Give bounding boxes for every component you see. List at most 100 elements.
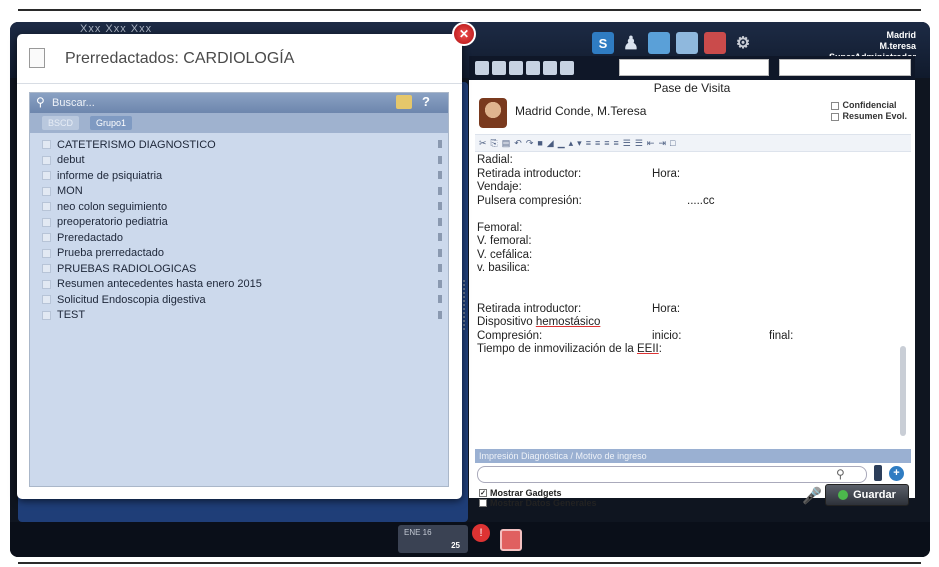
- pages-icon[interactable]: [509, 61, 523, 75]
- monitor-icon[interactable]: [648, 32, 670, 54]
- prerredactados-modal: Prerredactados: CARDIOLOGÍA ⚲ ? BSCD Gru…: [17, 34, 462, 499]
- delete-icon[interactable]: [438, 171, 442, 179]
- bold-icon[interactable]: ■: [537, 138, 542, 148]
- map-icon[interactable]: [704, 32, 726, 54]
- top-toolbar: S ♟ ⚙: [592, 32, 754, 54]
- delete-icon[interactable]: [438, 140, 442, 148]
- grid-icon[interactable]: [492, 61, 506, 75]
- copy-icon[interactable]: ⎘: [491, 138, 498, 149]
- search-icon[interactable]: ⚲: [836, 467, 845, 481]
- undo-icon[interactable]: ↶: [514, 138, 522, 149]
- patient-row: Madrid Conde, M.Teresa Confidencial Resu…: [469, 96, 915, 132]
- numbered-list-icon[interactable]: ☰: [635, 138, 643, 149]
- gear-icon[interactable]: ⚙: [732, 32, 754, 54]
- chart-icon[interactable]: [676, 32, 698, 54]
- s-app-icon[interactable]: S: [592, 32, 614, 54]
- calendar-app-icon[interactable]: [500, 529, 522, 551]
- editor-scrollbar[interactable]: [900, 346, 906, 436]
- delete-icon[interactable]: [438, 264, 442, 272]
- pin-icon[interactable]: [874, 465, 882, 481]
- subscript-icon[interactable]: ▾: [577, 138, 582, 149]
- list-item[interactable]: informe de psiquiatria: [42, 168, 442, 184]
- editor-line: Retirada introductor: Hora:: [477, 302, 681, 315]
- folder-icon[interactable]: [396, 95, 412, 109]
- delete-icon[interactable]: [438, 155, 442, 164]
- list-item[interactable]: neo colon seguimiento: [42, 199, 442, 215]
- editor-line: Femoral:: [477, 221, 523, 234]
- filter-button-1[interactable]: BSCD: [42, 116, 80, 130]
- delete-icon[interactable]: [438, 217, 442, 226]
- save-label: Guardar: [853, 489, 896, 501]
- list-item[interactable]: Preredactado: [42, 230, 442, 246]
- list-item[interactable]: TEST: [42, 308, 442, 324]
- top-rule: [18, 9, 921, 11]
- note-editor[interactable]: Radial: Retirada introductor: Hora: Venda…: [477, 154, 902, 444]
- delete-icon[interactable]: [438, 202, 442, 210]
- help-icon[interactable]: ?: [422, 94, 430, 109]
- diagnosis-header: Impresión Diagnóstica / Motivo de ingres…: [475, 449, 911, 463]
- editor-line: V. cefálica:: [477, 248, 533, 261]
- list-icon[interactable]: ☰: [623, 138, 631, 149]
- book-icon[interactable]: [560, 61, 574, 75]
- calculator-icon[interactable]: [475, 61, 489, 75]
- delete-icon[interactable]: [438, 186, 442, 195]
- add-icon[interactable]: +: [889, 466, 904, 481]
- align-left-icon[interactable]: ≡: [586, 138, 591, 148]
- summary-option[interactable]: Resumen Evol.: [831, 111, 907, 122]
- list-item[interactable]: debut: [42, 153, 442, 169]
- general-data-option[interactable]: Mostrar Datos Generales: [479, 498, 597, 508]
- filter-button-2[interactable]: Grupo1: [90, 116, 133, 130]
- editor-line: Dispositivo hemostásico: [477, 316, 601, 328]
- delete-icon[interactable]: [438, 295, 442, 303]
- delete-icon[interactable]: [438, 279, 442, 288]
- underline-icon[interactable]: ▁: [558, 138, 565, 149]
- editor-line: Tiempo de inmovilización de la EEII:: [477, 343, 662, 355]
- cut-icon[interactable]: ✂: [479, 138, 487, 149]
- microphone-icon[interactable]: 🎤: [802, 486, 822, 505]
- redo-icon[interactable]: ↷: [526, 138, 534, 149]
- list-item[interactable]: MON: [42, 184, 442, 200]
- document-icon[interactable]: [526, 61, 540, 75]
- date-month: ENE 16: [404, 528, 432, 537]
- superscript-icon[interactable]: ▴: [569, 138, 574, 149]
- gadgets-option[interactable]: ✓ Mostrar Gadgets: [479, 488, 597, 498]
- list-item[interactable]: Resumen antecedentes hasta enero 2015: [42, 277, 442, 293]
- italic-icon[interactable]: ◢: [547, 138, 554, 149]
- list-item[interactable]: preoperatorio pediatria: [42, 215, 442, 231]
- align-right-icon[interactable]: ≡: [604, 138, 609, 148]
- date-badge[interactable]: ENE 16 25: [398, 525, 468, 553]
- gadgets-checkbox[interactable]: ✓: [479, 489, 487, 497]
- justify-icon[interactable]: ≡: [614, 138, 619, 148]
- save-button[interactable]: Guardar: [825, 484, 909, 506]
- general-data-checkbox[interactable]: [479, 499, 487, 507]
- confidential-option[interactable]: Confidencial: [831, 100, 907, 111]
- panel-splitter[interactable]: [463, 280, 467, 330]
- filter-row: BSCD Grupo1: [30, 113, 448, 133]
- alert-icon[interactable]: !: [472, 524, 490, 542]
- list-item[interactable]: PRUEBAS RADIOLOGICAS: [42, 261, 442, 277]
- toolbar-field-2[interactable]: [779, 59, 911, 76]
- list-item[interactable]: CATETERISMO DIAGNOSTICO: [42, 137, 442, 153]
- visit-toolbar: [469, 56, 915, 80]
- users-icon[interactable]: [543, 61, 557, 75]
- search-input[interactable]: [52, 95, 352, 111]
- delete-icon[interactable]: [438, 310, 442, 319]
- diagnosis-input[interactable]: [477, 466, 867, 483]
- visit-panel: Pase de Visita Madrid Conde, M.Teresa Co…: [469, 56, 915, 508]
- paste-icon[interactable]: ▤: [502, 138, 511, 149]
- toolbar-field-1[interactable]: [619, 59, 769, 76]
- list-item[interactable]: Solicitud Endoscopia digestiva: [42, 292, 442, 308]
- align-center-icon[interactable]: ≡: [595, 138, 600, 148]
- delete-icon[interactable]: [438, 233, 442, 241]
- box-icon[interactable]: □: [670, 138, 675, 148]
- close-icon[interactable]: ✕: [452, 22, 476, 46]
- summary-checkbox[interactable]: [831, 112, 840, 121]
- indent-icon[interactable]: ⇥: [658, 138, 666, 149]
- template-list: CATETERISMO DIAGNOSTICO debut informe de…: [42, 137, 442, 323]
- outdent-icon[interactable]: ⇤: [647, 138, 655, 149]
- list-item[interactable]: Prueba prerredactado: [42, 246, 442, 262]
- person-icon[interactable]: ♟: [620, 32, 642, 54]
- delete-icon[interactable]: [438, 248, 442, 257]
- confidential-checkbox[interactable]: [831, 101, 840, 110]
- editor-line: Pulsera compresión: .....cc: [477, 194, 715, 207]
